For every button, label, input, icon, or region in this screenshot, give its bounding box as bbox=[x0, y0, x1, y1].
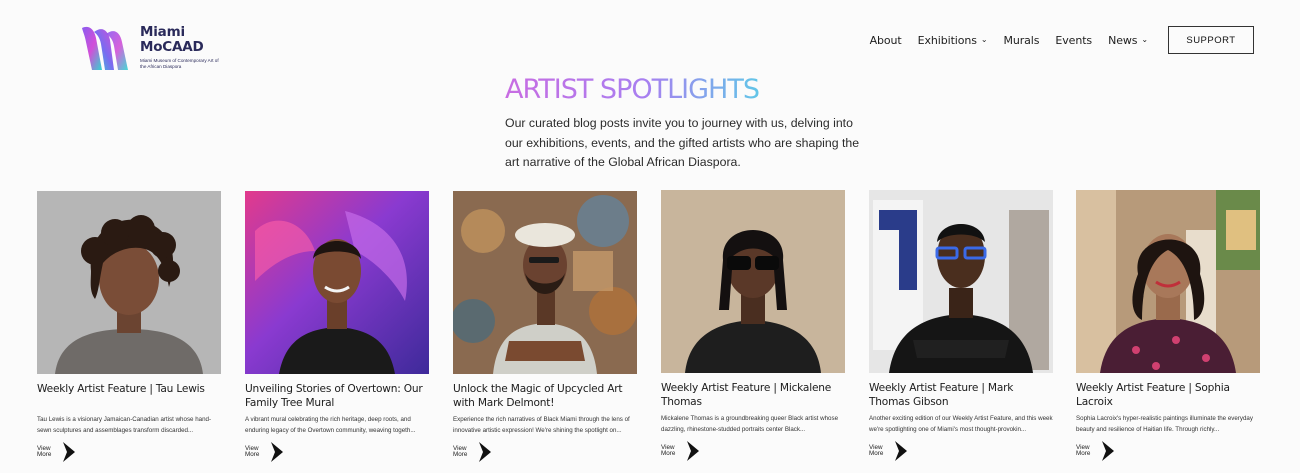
chevron-arrow-right-icon bbox=[687, 441, 699, 461]
view-more-link[interactable]: View More bbox=[37, 441, 221, 463]
artist-photo[interactable] bbox=[869, 190, 1053, 373]
spotlight-card-overtown-mural[interactable]: Unveiling Stories of Overtown: Our Famil… bbox=[245, 191, 429, 463]
logo-name-line1: Miami bbox=[140, 24, 185, 40]
card-title[interactable]: Unlock the Magic of Upcycled Art with Ma… bbox=[453, 382, 637, 410]
view-more-link[interactable]: View More bbox=[1076, 440, 1260, 462]
chevron-down-icon: ⌄ bbox=[1141, 34, 1148, 44]
nav-item-news[interactable]: News ⌄ bbox=[1108, 34, 1148, 47]
card-title[interactable]: Weekly Artist Feature | Sophia Lacroix bbox=[1076, 381, 1260, 409]
artist-photo[interactable] bbox=[661, 190, 845, 373]
artist-photo[interactable] bbox=[37, 191, 221, 374]
logo-subtitle: Miami Museum of Contemporary Art of the … bbox=[140, 58, 219, 69]
chevron-arrow-right-icon bbox=[479, 442, 491, 462]
logo-mark-icon bbox=[82, 26, 128, 70]
nav-item-exhibitions[interactable]: Exhibitions ⌄ bbox=[918, 34, 988, 47]
logo-text: Miami MoCAAD Miami Museum of Contemporar… bbox=[140, 25, 220, 69]
view-more-label: View More bbox=[661, 443, 676, 457]
card-title[interactable]: Weekly Artist Feature | Tau Lewis bbox=[37, 382, 221, 410]
main-nav: About Exhibitions ⌄ Murals Events News ⌄ S… bbox=[870, 26, 1254, 54]
card-description: Another exciting edition of our Weekly A… bbox=[869, 415, 1053, 433]
page-title: ARTIST SPOTLIGHTS bbox=[505, 74, 760, 105]
spotlight-card-sophia-lacroix[interactable]: Weekly Artist Feature | Sophia Lacroix S… bbox=[1076, 190, 1260, 462]
view-more-label: View More bbox=[245, 444, 260, 458]
card-title[interactable]: Weekly Artist Feature | Mark Thomas Gibs… bbox=[869, 381, 1053, 409]
view-more-label: View More bbox=[1076, 443, 1091, 457]
intro-text: Our curated blog posts invite you to jou… bbox=[505, 116, 860, 169]
chevron-arrow-right-icon bbox=[63, 442, 75, 462]
chevron-arrow-right-icon bbox=[271, 442, 283, 462]
support-button[interactable]: SUPPORT bbox=[1168, 26, 1254, 54]
artist-photo[interactable] bbox=[245, 191, 429, 374]
card-title[interactable]: Weekly Artist Feature | Mickalene Thomas bbox=[661, 381, 845, 409]
view-more-link[interactable]: View More bbox=[869, 440, 1053, 462]
chevron-arrow-right-icon bbox=[895, 441, 907, 461]
card-description: Mickalene Thomas is a groundbreaking que… bbox=[661, 415, 839, 433]
spotlight-card-mickalene-thomas[interactable]: Weekly Artist Feature | Mickalene Thomas… bbox=[661, 190, 845, 462]
chevron-down-icon: ⌄ bbox=[980, 34, 988, 44]
nav-item-murals[interactable]: Murals bbox=[1003, 34, 1039, 47]
site-logo[interactable]: Miami MoCAAD Miami Museum of Contemporar… bbox=[80, 24, 220, 72]
spotlight-card-mark-delmont[interactable]: Unlock the Magic of Upcycled Art with Ma… bbox=[451, 191, 637, 463]
card-description: A vibrant mural celebrating the rich her… bbox=[245, 416, 416, 434]
spotlight-card-tau-lewis[interactable]: Weekly Artist Feature | Tau Lewis Tau Le… bbox=[37, 191, 221, 463]
card-title[interactable]: Unveiling Stories of Overtown: Our Famil… bbox=[245, 382, 429, 410]
logo-name-line2: MoCAAD bbox=[140, 39, 204, 55]
view-more-label: View More bbox=[37, 444, 52, 458]
chevron-arrow-right-icon bbox=[1102, 441, 1114, 461]
spotlight-card-mark-thomas-gibson[interactable]: Weekly Artist Feature | Mark Thomas Gibs… bbox=[869, 190, 1053, 462]
card-description: Tau Lewis is a visionary Jamaican-Canadi… bbox=[37, 416, 212, 434]
card-description: Experience the rich narratives of Black … bbox=[453, 416, 630, 434]
nav-item-events[interactable]: Events bbox=[1055, 34, 1092, 47]
artist-photo[interactable] bbox=[451, 191, 637, 374]
view-more-label: View More bbox=[453, 444, 468, 458]
view-more-link[interactable]: View More bbox=[453, 441, 637, 463]
nav-item-about[interactable]: About bbox=[870, 34, 902, 47]
view-more-link[interactable]: View More bbox=[661, 440, 845, 462]
view-more-label: View More bbox=[869, 443, 884, 457]
artist-photo[interactable] bbox=[1076, 190, 1260, 373]
view-more-link[interactable]: View More bbox=[245, 441, 429, 463]
card-description: Sophia Lacroix's hyper-realistic paintin… bbox=[1076, 415, 1253, 433]
